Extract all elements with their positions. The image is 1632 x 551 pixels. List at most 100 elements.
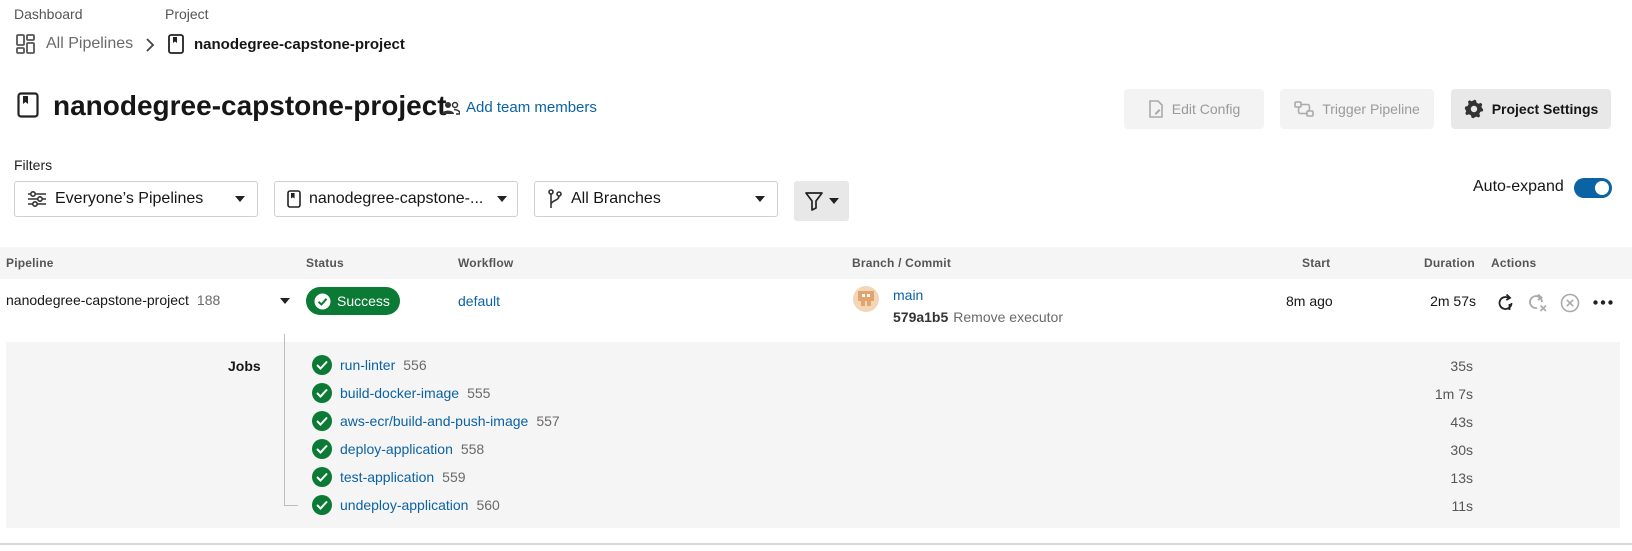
branch-select-value: All Branches — [571, 190, 661, 207]
add-team-members-link[interactable]: Add team members — [442, 99, 597, 116]
column-start: Start — [1302, 256, 1331, 270]
caret-down-icon — [497, 196, 508, 202]
project-bookmark-icon — [287, 190, 301, 208]
project-select[interactable]: nanodegree-capstone-... — [274, 181, 518, 217]
toggle-knob — [1595, 181, 1609, 195]
filters-label: Filters — [14, 157, 53, 173]
tree-line-end — [284, 505, 298, 506]
job-number: 557 — [536, 413, 560, 429]
job-number: 558 — [460, 441, 485, 457]
job-row-undeploy-application[interactable]: undeploy-application 560 — [312, 493, 500, 517]
project-select-value: nanodegree-capstone-... — [309, 190, 484, 207]
caret-down-icon — [828, 198, 839, 204]
branch-select[interactable]: All Branches — [534, 181, 778, 217]
add-team-members-label: Add team members — [466, 99, 597, 116]
job-name: aws-ecr/build-and-push-image — [340, 413, 529, 429]
job-duration: 35s — [1450, 358, 1473, 374]
pipelines-owner-value: Everyone’s Pipelines — [55, 190, 204, 207]
chevron-right-icon — [144, 38, 156, 52]
more-options-icon[interactable] — [1593, 300, 1613, 305]
edit-config-button[interactable]: Edit Config — [1124, 89, 1264, 129]
check-circle-icon — [312, 411, 332, 431]
table-header: Pipeline Status Workflow Branch / Commit… — [0, 247, 1632, 279]
sliders-icon — [27, 191, 47, 207]
trigger-pipeline-button[interactable]: Trigger Pipeline — [1280, 89, 1434, 129]
job-duration: 1m 7s — [1434, 386, 1473, 402]
branch-link[interactable]: main — [893, 287, 923, 303]
status-badge[interactable]: Success — [306, 287, 400, 315]
workflow-link[interactable]: default — [458, 293, 500, 309]
trigger-pipeline-label: Trigger Pipeline — [1322, 101, 1420, 117]
job-number: 559 — [442, 469, 466, 485]
job-row-test-application[interactable]: test-application 559 — [312, 465, 466, 489]
job-name: test-application — [340, 469, 435, 485]
commit-hash: 579a1b5 — [893, 309, 949, 325]
job-number: 555 — [467, 385, 491, 401]
funnel-icon — [804, 191, 823, 211]
job-row-aws-ecr-build-and-push-image[interactable]: aws-ecr/build-and-push-image 557 — [312, 409, 560, 433]
auto-expand-label: Auto-expand — [1473, 178, 1564, 195]
project-settings-label: Project Settings — [1491, 101, 1599, 117]
caret-down-icon — [235, 196, 245, 202]
expand-caret-icon[interactable] — [280, 298, 290, 304]
pipeline-start: 8m ago — [1286, 293, 1333, 309]
edit-config-label: Edit Config — [1171, 101, 1241, 117]
check-circle-icon — [312, 439, 332, 459]
job-row-build-docker-image[interactable]: build-docker-image 555 — [312, 381, 490, 405]
project-bookmark-icon — [168, 34, 184, 54]
job-duration: 11s — [1451, 498, 1473, 514]
pipeline-name: nanodegree-capstone-project — [6, 292, 189, 308]
advanced-filter-button[interactable] — [794, 181, 849, 221]
avatar — [853, 286, 879, 312]
caret-down-icon — [755, 196, 765, 202]
breadcrumb-dashboard-label: Dashboard — [14, 6, 83, 22]
column-actions: Actions — [1491, 256, 1537, 270]
breadcrumb-project-name: nanodegree-capstone-project — [194, 35, 405, 53]
project-bookmark-icon — [17, 92, 39, 118]
job-row-run-linter[interactable]: run-linter 556 — [312, 353, 427, 377]
job-number: 560 — [476, 497, 500, 513]
rerun-failed-icon[interactable] — [1528, 293, 1548, 313]
check-circle-icon — [312, 355, 332, 375]
job-row-deploy-application[interactable]: deploy-application 558 — [312, 437, 484, 461]
column-pipeline: Pipeline — [6, 256, 54, 270]
job-name: deploy-application — [340, 441, 453, 457]
column-duration: Duration — [1424, 256, 1475, 270]
check-circle-icon — [312, 467, 332, 487]
commit-info[interactable]: 579a1b5 Remove executor — [893, 309, 1063, 325]
pipelines-owner-select[interactable]: Everyone’s Pipelines — [14, 181, 258, 217]
job-name: build-docker-image — [340, 385, 460, 401]
dashboard-grid-icon — [16, 34, 36, 54]
job-number: 556 — [403, 357, 427, 373]
table-bottom-divider — [0, 543, 1632, 545]
page-title: nanodegree-capstone-project — [53, 90, 447, 121]
job-duration: 43s — [1450, 414, 1473, 430]
gear-icon — [1464, 99, 1484, 119]
column-branch-commit: Branch / Commit — [852, 256, 952, 270]
column-status: Status — [306, 256, 344, 270]
pipeline-trigger-icon — [1294, 101, 1315, 117]
breadcrumb-project-label: Project — [165, 6, 209, 22]
branch-icon — [547, 189, 563, 209]
pipeline-row-name[interactable]: nanodegree-capstone-project 188 — [6, 292, 220, 308]
breadcrumb-all-pipelines-label: All Pipelines — [46, 35, 134, 52]
breadcrumb-project[interactable]: nanodegree-capstone-project — [168, 34, 405, 54]
auto-expand-toggle[interactable] — [1574, 178, 1612, 198]
rerun-icon[interactable] — [1496, 293, 1516, 313]
commit-message: Remove executor — [953, 309, 1063, 325]
pipeline-duration: 2m 57s — [1430, 293, 1476, 309]
jobs-label: Jobs — [228, 358, 261, 374]
project-settings-button[interactable]: Project Settings — [1451, 89, 1611, 129]
check-circle-icon — [312, 495, 332, 515]
check-circle-icon — [312, 383, 332, 403]
job-name: run-linter — [340, 357, 396, 373]
job-duration: 30s — [1450, 442, 1473, 458]
check-circle-icon — [314, 293, 331, 310]
cancel-circle-icon[interactable] — [1560, 293, 1580, 313]
job-duration: 13s — [1450, 470, 1473, 486]
file-edit-icon — [1148, 100, 1164, 118]
tree-line — [284, 334, 285, 506]
job-name: undeploy-application — [340, 497, 469, 513]
breadcrumb-all-pipelines[interactable]: All Pipelines — [16, 34, 133, 54]
column-workflow: Workflow — [458, 256, 514, 270]
